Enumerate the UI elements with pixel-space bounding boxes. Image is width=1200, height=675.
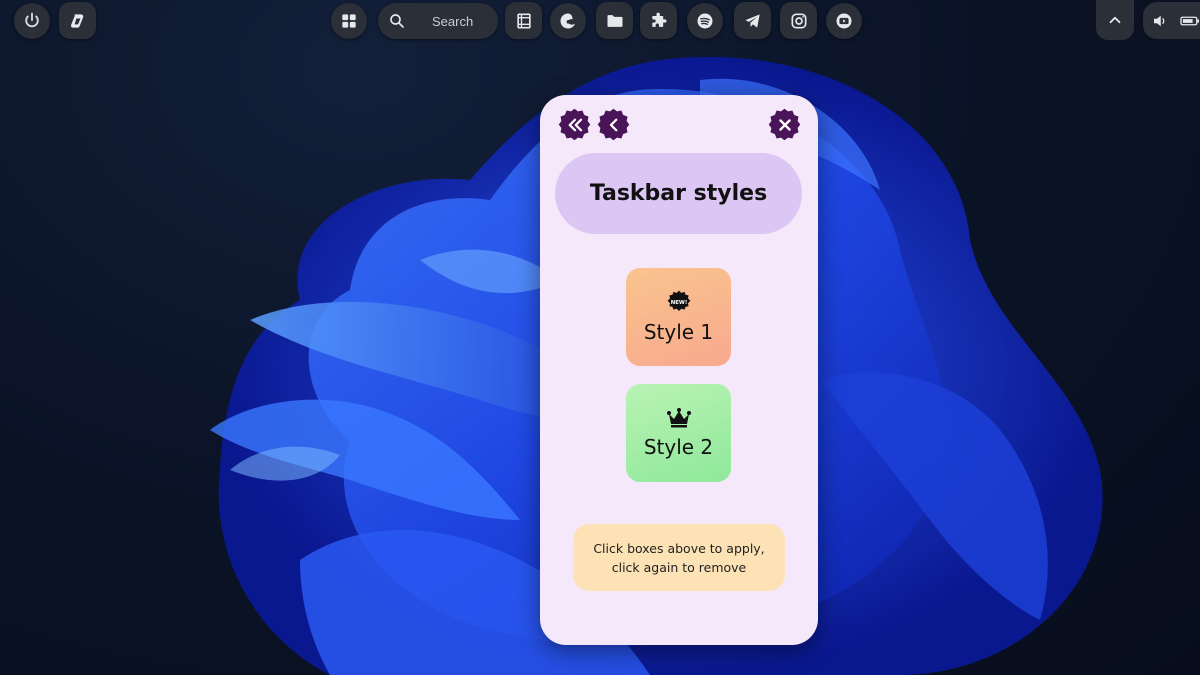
instruction-text: Click boxes above to apply, click again …	[593, 540, 765, 575]
system-tray[interactable]	[1143, 2, 1200, 39]
close-icon	[778, 118, 791, 131]
panel-title: Taskbar styles	[589, 181, 768, 206]
volume-icon[interactable]	[1151, 12, 1169, 30]
battery-icon[interactable]	[1179, 12, 1200, 30]
chevron-left-icon	[609, 118, 617, 131]
power-button[interactable]	[14, 3, 50, 39]
taskbar-app-edge[interactable]	[550, 3, 586, 39]
panel-title-pill: Taskbar styles	[555, 153, 802, 234]
show-hidden-icons-button[interactable]	[1096, 0, 1134, 40]
style-1-label: Style 1	[643, 320, 714, 344]
telegram-icon	[745, 13, 760, 28]
taskbar-styles-panel: Taskbar styles NEW! Style 1 Style 2 Clic…	[540, 95, 818, 645]
taskbar-app-spotify[interactable]	[687, 3, 723, 39]
taskbar-app-instagram[interactable]	[780, 2, 817, 39]
windows-start-icon	[342, 14, 356, 28]
taskbar-app-youtube[interactable]	[826, 3, 862, 39]
media-icon	[516, 13, 531, 28]
taskbar-app-file-explorer[interactable]	[596, 2, 633, 39]
search-icon	[390, 14, 404, 28]
style-2-label: Style 2	[643, 435, 714, 459]
instruction-note: Click boxes above to apply, click again …	[573, 524, 785, 591]
first-page-button[interactable]	[557, 107, 592, 142]
taskbar-app-telegram[interactable]	[734, 2, 771, 39]
start-button[interactable]	[331, 3, 367, 39]
spotify-icon	[697, 13, 713, 29]
file-explorer-icon	[607, 14, 622, 27]
crown-icon	[666, 408, 691, 428]
new-badge-text: NEW!	[670, 300, 687, 306]
search-placeholder: Search	[432, 13, 474, 29]
chevron-up-icon	[1109, 16, 1121, 24]
style-2-button[interactable]: Style 2	[626, 384, 731, 482]
style-1-button[interactable]: NEW! Style 1	[626, 268, 731, 366]
instagram-icon	[791, 13, 806, 28]
taskbar-app-extensions[interactable]	[640, 2, 677, 39]
back-button[interactable]	[596, 107, 631, 142]
double-chevron-left-icon	[568, 118, 582, 131]
close-button[interactable]	[767, 107, 802, 142]
youtube-icon	[836, 13, 852, 29]
copilot-icon	[70, 13, 83, 28]
power-icon	[25, 12, 39, 28]
copilot-button[interactable]	[59, 2, 96, 39]
edge-icon	[560, 13, 576, 29]
search-box[interactable]: Search	[378, 3, 498, 39]
extensions-icon	[651, 12, 666, 27]
taskbar-app-media[interactable]	[505, 2, 542, 39]
new-badge-icon: NEW!	[667, 290, 690, 311]
